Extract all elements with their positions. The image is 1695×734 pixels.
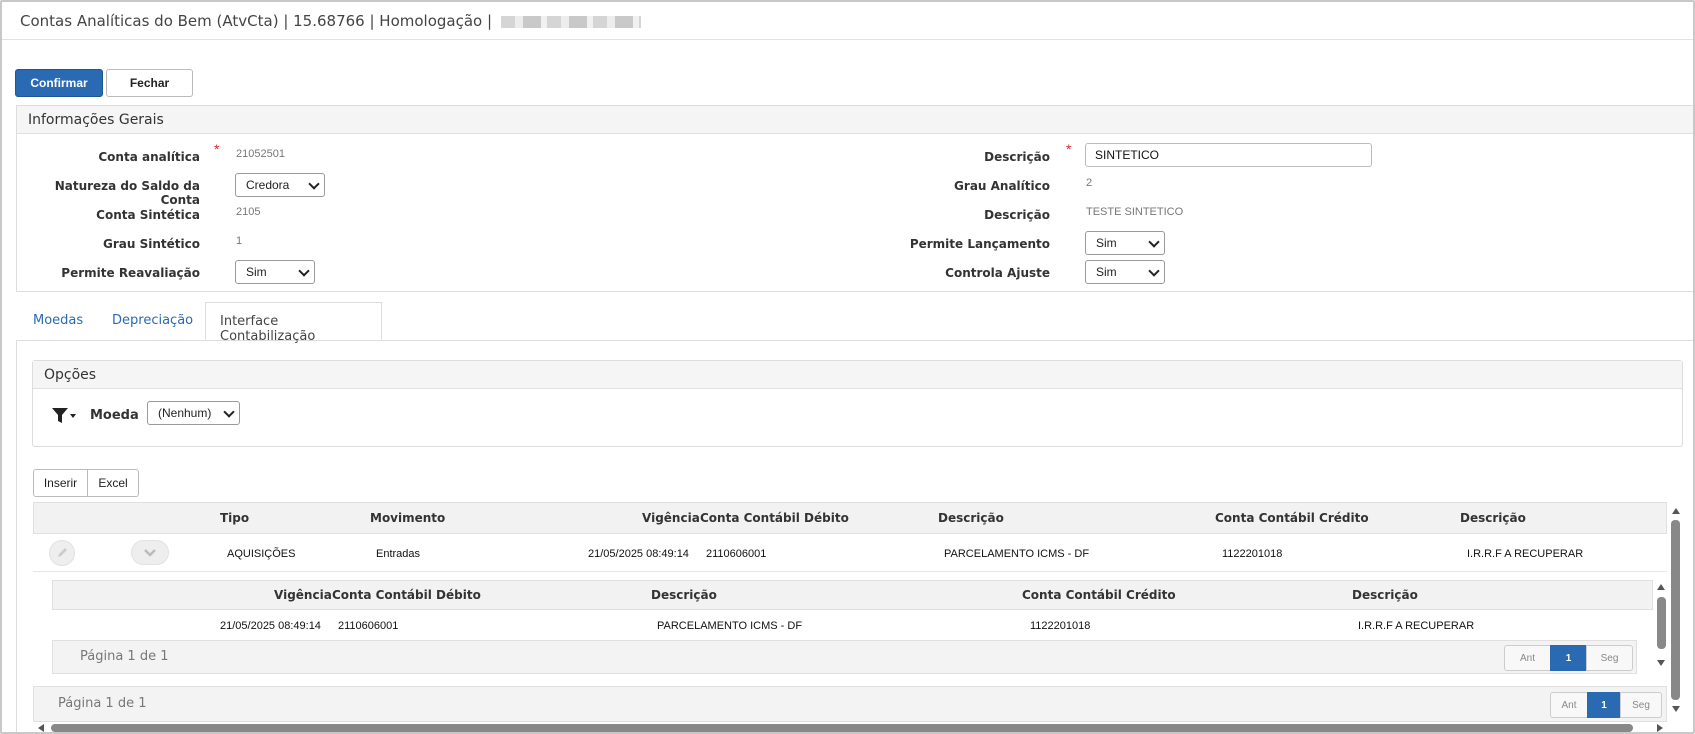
col-tipo[interactable]: Tipo [220,511,249,525]
cell-tipo: AQUISIÇÕES [227,548,296,560]
window-title: Contas Analíticas do Bem (AtvCta) | 15.6… [20,12,493,30]
sub-cell-conta-debito: 2110606001 [338,620,399,632]
col-descricao-credito[interactable]: Descrição [1460,511,1526,525]
tab-content-border [16,340,17,732]
moeda-select-value: (Nenhum) [158,406,212,420]
col-conta-credito[interactable]: Conta Contábil Crédito [1215,511,1369,525]
col-vigencia[interactable]: Vigência [642,511,700,525]
natureza-select[interactable]: Credora [235,173,325,197]
controla-ajuste-label: Controla Ajuste [945,266,1050,280]
confirm-button[interactable]: Confirmar [15,69,103,97]
insert-button[interactable]: Inserir [33,469,88,497]
cell-movimento: Entradas [376,548,421,560]
scroll-left-icon[interactable] [38,724,44,732]
sub-pager-current-page[interactable]: 1 [1550,645,1587,671]
main-scroll-down-icon[interactable] [1672,706,1680,712]
conta-analitica-label: Conta analítica [98,150,200,164]
main-pager-current-page[interactable]: 1 [1587,692,1621,718]
cell-descricao-debito: PARCELAMENTO ICMS - DF [944,548,1090,560]
grau-analitico-value: 2 [1086,177,1093,189]
sub-scroll-up-icon[interactable] [1657,584,1665,590]
col-movimento[interactable]: Movimento [370,511,445,525]
conta-sintetica-label: Conta Sintética [96,208,200,222]
permite-reavaliacao-value: Sim [246,265,267,279]
descricao-label: Descrição [984,150,1050,164]
close-button[interactable]: Fechar [106,69,193,97]
expand-row-button[interactable] [131,540,169,565]
sub-pager-next-button[interactable]: Seg [1586,645,1633,671]
tab-interface-contabilizacao[interactable]: Interface Contabilização [205,302,382,344]
controla-ajuste-value: Sim [1096,265,1117,279]
moeda-label: Moeda [90,408,139,423]
sub-col-descricao-debito[interactable]: Descrição [651,588,717,602]
chevron-down-icon [144,549,156,557]
sub-pager-prev-button[interactable]: Ant [1504,645,1551,671]
options-title: Opções [33,361,1682,389]
pencil-icon [58,548,67,557]
permite-reavaliacao-label: Permite Reavaliação [61,266,200,280]
redacted-title-segment [500,15,641,28]
conta-sintetica-value: 2105 [236,206,261,218]
sub-grid-scrollbar[interactable] [1657,597,1666,649]
descricao-input[interactable]: SINTETICO [1085,143,1372,167]
sub-grid-pager [52,640,1637,674]
sub-pager-text: Página 1 de 1 [80,649,169,664]
sub-col-descricao-credito[interactable]: Descrição [1352,588,1418,602]
sub-cell-descricao-debito: PARCELAMENTO ICMS - DF [657,620,803,632]
main-pager-next-button[interactable]: Seg [1620,692,1662,718]
edit-button[interactable] [49,540,75,566]
grau-analitico-label: Grau Analítico [954,179,1050,193]
sub-cell-descricao-credito: I.R.R.F A RECUPERAR [1358,620,1475,632]
required-mark: * [1066,141,1072,157]
tab-depreciacao[interactable]: Depreciação [98,302,207,340]
natureza-label: Natureza do Saldo da Conta [54,179,200,207]
chevron-down-icon [1148,265,1160,277]
excel-button[interactable]: Excel [87,469,139,497]
conta-analitica-value: 21052501 [236,148,285,160]
cell-vigencia: 21/05/2025 08:49:14 [588,548,689,560]
col-conta-debito[interactable]: Conta Contábil Débito [700,511,849,525]
main-scroll-up-icon[interactable] [1672,508,1680,514]
cell-conta-debito: 2110606001 [706,548,767,560]
moeda-select[interactable]: (Nenhum) [147,401,240,425]
permite-lancamento-label: Permite Lançamento [909,237,1050,251]
required-mark: * [214,141,220,157]
horizontal-scrollbar[interactable] [51,724,1633,732]
main-grid-header [33,502,1667,534]
main-pager-prev-button[interactable]: Ant [1550,692,1588,718]
permite-reavaliacao-select[interactable]: Sim [235,260,315,284]
descricao2-value: TESTE SINTETICO [1086,206,1184,218]
general-info-title: Informações Gerais [17,106,1693,134]
tab-moedas[interactable]: Moedas [19,302,97,340]
main-grid-scrollbar[interactable] [1671,520,1680,700]
grau-sintetico-value: 1 [236,235,243,247]
chevron-down-icon [223,406,235,418]
sub-scroll-down-icon[interactable] [1657,660,1665,666]
filter-icon[interactable] [50,405,78,430]
main-grid-pager [33,686,1667,722]
chevron-down-icon [1148,236,1160,248]
sub-cell-vigencia: 21/05/2025 08:49:14 [220,620,321,632]
main-pager-text: Página 1 de 1 [58,696,147,711]
app-window: Contas Analíticas do Bem (AtvCta) | 15.6… [0,0,1695,734]
grau-sintetico-label: Grau Sintético [103,237,200,251]
sub-col-conta-credito[interactable]: Conta Contábil Crédito [1022,588,1176,602]
natureza-select-value: Credora [246,178,290,192]
controla-ajuste-select[interactable]: Sim [1085,260,1165,284]
permite-lancamento-value: Sim [1096,236,1117,250]
cell-conta-credito: 1122201018 [1222,548,1283,560]
chevron-down-icon [308,178,320,190]
options-panel: Opções [32,360,1683,447]
scroll-right-icon[interactable] [1657,724,1663,732]
permite-lancamento-select[interactable]: Sim [1085,231,1165,255]
sub-col-conta-debito[interactable]: Conta Contábil Débito [332,588,481,602]
sub-col-vigencia[interactable]: Vigência [274,588,332,602]
sub-cell-conta-credito: 1122201018 [1030,620,1091,632]
cell-descricao-credito: I.R.R.F A RECUPERAR [1467,548,1584,560]
col-descricao-debito[interactable]: Descrição [938,511,1004,525]
chevron-down-icon [298,265,310,277]
window-title-bar: Contas Analíticas do Bem (AtvCta) | 15.6… [2,2,1693,40]
descricao2-label: Descrição [984,208,1050,222]
